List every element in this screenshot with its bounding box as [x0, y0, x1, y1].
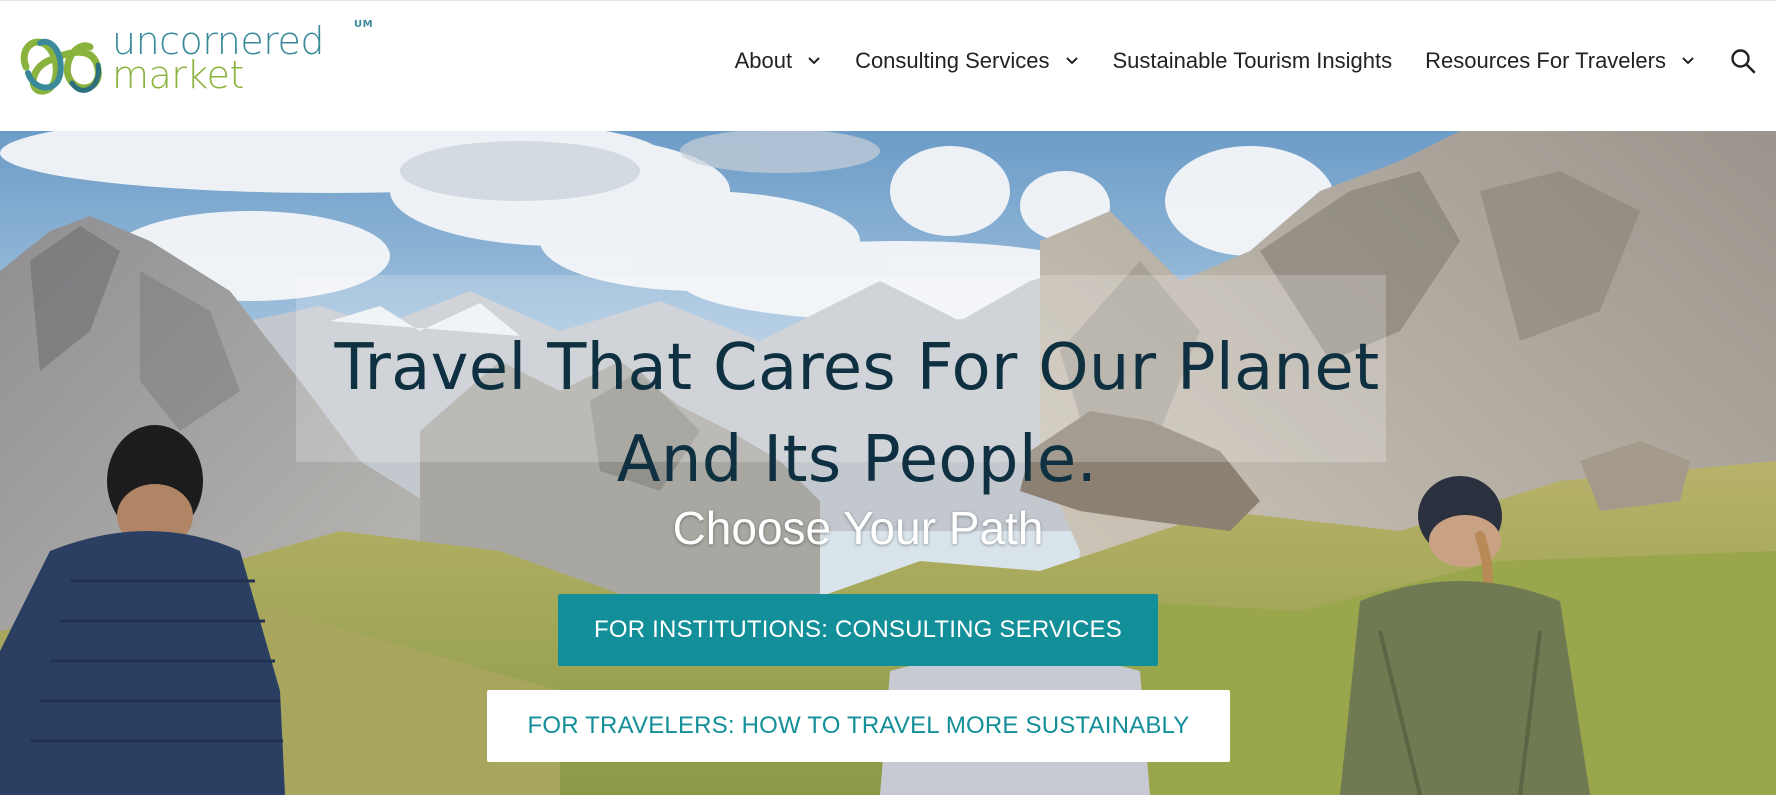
institutions-consulting-button[interactable]: FOR INSTITUTIONS: CONSULTING SERVICES — [558, 594, 1158, 666]
main-navigation: About Consulting Services Sustainable To… — [702, 1, 1776, 121]
hero-headline-line1: Travel That Cares For Our Planet — [334, 330, 1380, 405]
nav-item-sustainable-tourism-insights[interactable]: Sustainable Tourism Insights — [1113, 48, 1393, 74]
chevron-down-icon[interactable] — [1065, 57, 1078, 65]
nav-item-label: Resources For Travelers — [1425, 48, 1666, 73]
chevron-down-icon[interactable] — [808, 57, 820, 65]
travelers-sustainability-button[interactable]: FOR TRAVELERS: HOW TO TRAVEL MORE SUSTAI… — [487, 690, 1230, 762]
logo-wordmark-line2: market — [112, 53, 244, 97]
nav-item-label: Consulting Services — [855, 48, 1050, 73]
site-header: uncornered market UM About Consulting Se… — [0, 0, 1776, 131]
nav-item-about[interactable]: About — [735, 48, 823, 74]
search-icon[interactable] — [1730, 48, 1756, 74]
nav-item-label: Sustainable Tourism Insights — [1112, 48, 1393, 73]
site-logo[interactable]: uncornered market UM — [12, 19, 374, 105]
hero-subhead: Choose Your Path — [672, 502, 1044, 554]
nav-item-label: About — [734, 48, 793, 73]
nav-item-consulting-services[interactable]: Consulting Services — [855, 48, 1079, 74]
chevron-down-icon[interactable] — [1682, 57, 1694, 65]
hero-headline-line2: And Its People. — [616, 422, 1098, 497]
infinity-loop-logo-icon — [20, 38, 102, 95]
logo-badge: UM — [354, 19, 374, 30]
hero-headline: Travel That Cares For Our Planet And Its… — [296, 322, 1418, 506]
nav-item-resources-for-travelers[interactable]: Resources For Travelers — [1425, 48, 1696, 74]
hero-section: Travel That Cares For Our Planet And Its… — [0, 131, 1776, 795]
